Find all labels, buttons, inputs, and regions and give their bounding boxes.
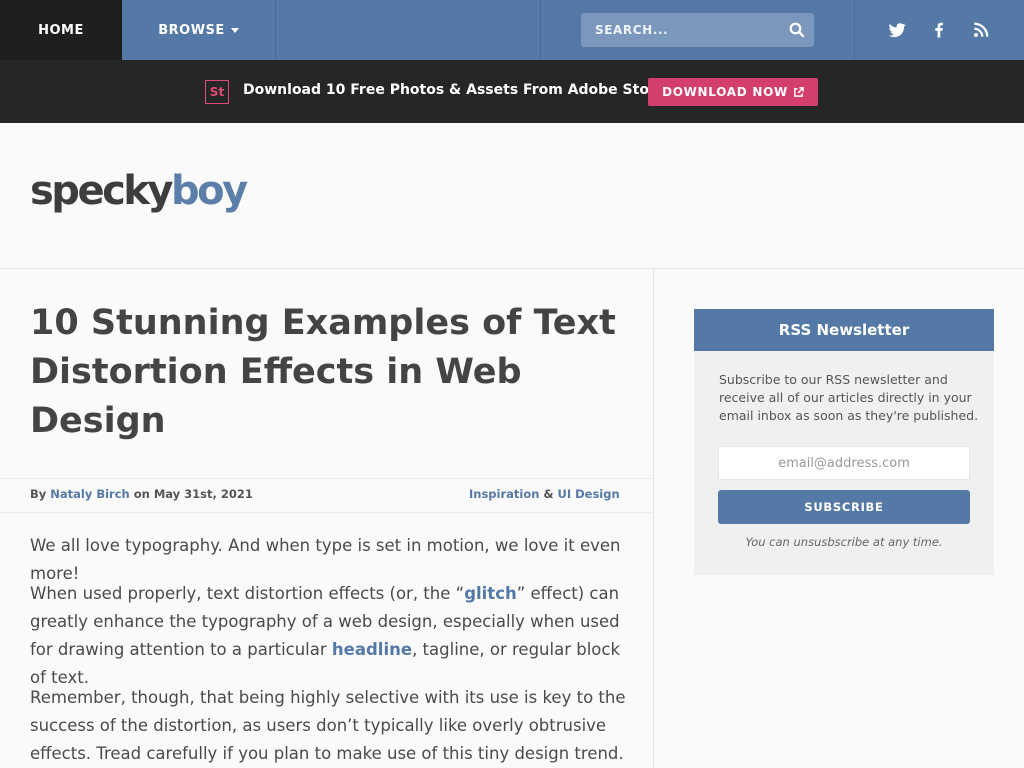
category-link-inspiration[interactable]: Inspiration [469, 487, 539, 501]
category-link-ui-design[interactable]: UI Design [558, 487, 620, 501]
author-link[interactable]: Nataly Birch [50, 487, 129, 501]
byline-prefix: By [30, 487, 51, 501]
rss-icon[interactable] [971, 20, 991, 40]
headline-link[interactable]: headline [332, 640, 412, 659]
nav-home-label: HOME [38, 22, 84, 38]
nav-browse-dropdown[interactable]: BROWSE [122, 0, 276, 60]
twitter-icon[interactable] [887, 20, 907, 40]
adobe-stock-logo: St [205, 80, 229, 104]
logo-part-boy: boy [170, 168, 248, 214]
subscribe-button[interactable]: SUBSCRIBE [718, 490, 970, 524]
category-separator: & [539, 487, 558, 501]
facebook-icon[interactable] [929, 20, 949, 40]
nav-browse-label: BROWSE [158, 22, 225, 38]
chevron-down-icon [230, 27, 239, 33]
meta-divider [0, 478, 653, 479]
newsletter-widget: RSS Newsletter Subscribe to our RSS news… [694, 309, 994, 575]
article-paragraph: When used properly, text distortion effe… [30, 580, 630, 692]
email-field[interactable] [718, 446, 970, 480]
download-now-button[interactable]: DOWNLOAD NOW [648, 78, 818, 106]
nav-divider [540, 0, 541, 60]
download-now-label: DOWNLOAD NOW [662, 85, 788, 99]
external-link-icon [794, 86, 804, 97]
adobe-stock-logo-text: St [209, 85, 225, 99]
paragraph-text: When used properly, text distortion effe… [30, 584, 465, 603]
promo-text: Download 10 Free Photos & Assets From Ad… [243, 82, 667, 98]
top-navbar: HOME BROWSE [0, 0, 1024, 60]
newsletter-description: Subscribe to our RSS newsletter and rece… [719, 372, 979, 423]
search-input[interactable] [595, 13, 775, 47]
search-icon[interactable] [788, 21, 806, 39]
article-byline: By Nataly Birch on May 31st, 2021 [30, 487, 253, 501]
meta-divider [0, 512, 653, 513]
article-paragraph: Remember, though, that being highly sele… [30, 688, 626, 763]
article-title: 10 Stunning Examples of Text Distortion … [30, 303, 616, 441]
site-logo[interactable]: speckyboy [30, 166, 248, 216]
search-box [581, 13, 814, 47]
nav-divider [854, 0, 855, 60]
article-categories: Inspiration & UI Design [469, 487, 620, 501]
nav-home-link[interactable]: HOME [0, 0, 122, 60]
newsletter-title: RSS Newsletter [694, 309, 994, 351]
article-date: on May 31st, 2021 [129, 487, 253, 501]
unsubscribe-note: You can unsusbscribe at any time. [745, 535, 943, 549]
glitch-link[interactable]: glitch [464, 584, 517, 603]
column-divider [653, 269, 654, 768]
logo-part-specky: specky [30, 168, 173, 214]
